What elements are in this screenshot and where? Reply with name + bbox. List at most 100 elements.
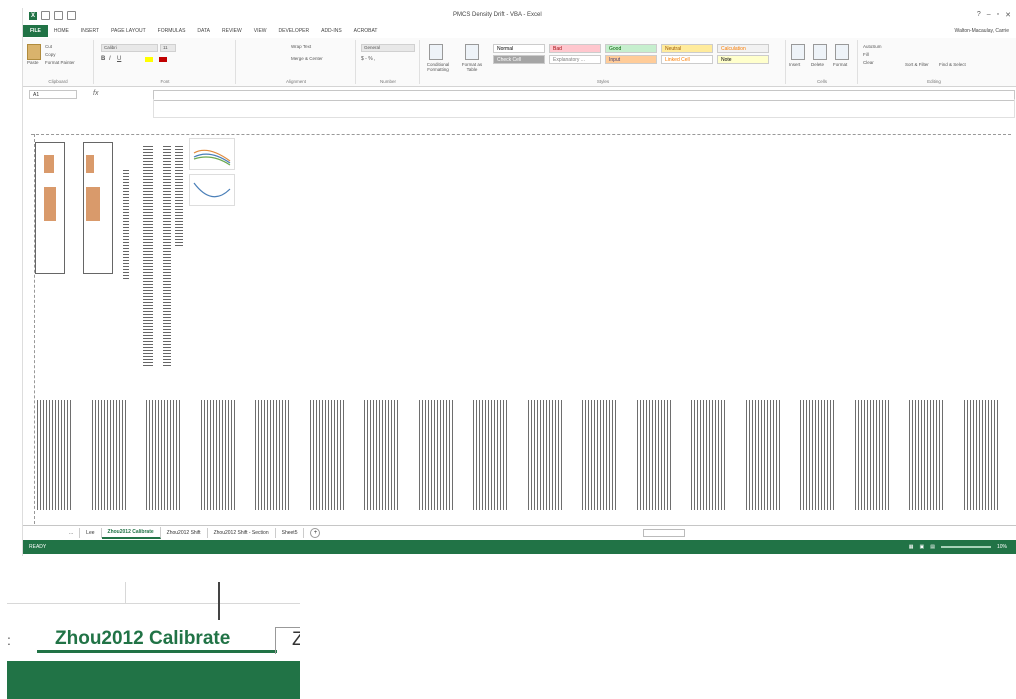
format-label: Format [833,62,848,67]
column-headers[interactable] [31,130,1011,135]
insert-label: Insert [789,62,801,67]
sheet-tab-zhou2012-shift[interactable]: Zhou2012 Shift [161,528,208,538]
tab-page-layout[interactable]: PAGE LAYOUT [105,28,152,34]
tab-view[interactable]: VIEW [248,28,273,34]
sheet-nav-prev[interactable]: ... [63,528,81,538]
cell-style-normal[interactable]: Normal [493,44,545,53]
paste-button[interactable] [27,44,41,60]
cell-style-note[interactable]: Note [717,55,769,64]
data-column-block [418,400,453,510]
window-controls: ? – ▫ ✕ [977,11,1011,19]
page-layout-icon[interactable]: ▣ [920,544,925,550]
paste-label: Paste [27,60,39,65]
chart-lines-graphic [193,149,231,166]
tab-insert[interactable]: INSERT [75,28,105,34]
copy-button[interactable]: Copy [45,52,56,57]
tab-add-ins[interactable]: ADD-INS [315,28,348,34]
minimize-icon[interactable]: – [987,11,991,19]
page-break-icon[interactable]: ▤ [930,544,935,550]
save-icon[interactable] [41,11,50,20]
excel-logo-icon: X [29,11,37,20]
tab-home[interactable]: HOME [48,28,75,34]
tab-data[interactable]: DATA [191,28,216,34]
format-cells-icon[interactable] [835,44,849,60]
vertical-data-column [163,146,171,366]
conditional-formatting-icon[interactable] [429,44,443,60]
horizontal-scrollbar[interactable] [643,529,685,537]
new-sheet-button[interactable]: + [310,528,321,538]
tab-developer[interactable]: DEVELOPER [273,28,316,34]
close-icon[interactable]: ✕ [1005,11,1011,19]
font-name-select[interactable]: Calibri [101,44,158,52]
sheet-tab-sheet5[interactable]: Sheet5 [276,528,305,538]
chart-thumbnail-bottom[interactable] [189,174,235,206]
restore-icon[interactable]: ▫ [997,11,999,19]
highlighted-cells [44,187,56,221]
data-column-block [909,400,943,510]
inset-active-tab-label[interactable]: Zhou2012 Calibrate [55,628,230,650]
delete-cells-icon[interactable] [813,44,827,60]
insert-cells-icon[interactable] [791,44,805,60]
fill-button[interactable]: Fill [863,52,869,57]
cell-style-neutral[interactable]: Neutral [661,44,713,53]
sort-filter-button[interactable]: Sort & Filter [905,62,929,67]
cell-style-good[interactable]: Good [605,44,657,53]
undo-icon[interactable] [54,11,63,20]
normal-view-icon[interactable]: ▦ [909,544,914,550]
merge-center-button[interactable]: Merge & Center [291,56,323,61]
tab-file[interactable]: FILE [23,25,48,37]
styles-group-label: Styles [596,79,610,84]
alignment-group-label: Alignment [285,79,306,84]
data-column-block [146,400,180,510]
format-as-table-icon[interactable] [465,44,479,60]
data-column-block [200,400,235,510]
clear-button[interactable]: Clear [863,60,874,65]
worksheet-grid[interactable] [23,130,1016,525]
user-name[interactable]: Walton-Macaulay, Carrie [955,28,1009,34]
font-size-value: 11 [163,45,168,50]
font-group-label: Font [160,79,170,84]
cell-style-explanatory[interactable]: Explanatory ... [549,55,601,64]
tab-review[interactable]: REVIEW [216,28,248,34]
help-icon[interactable]: ? [977,11,981,19]
tab-acrobat[interactable]: ACROBAT [348,28,384,34]
font-size-select[interactable]: 11 [160,44,176,52]
status-bar: READY ▦ ▣ ▤ 10% [23,540,1016,554]
cell-style-input[interactable]: Input [605,55,657,64]
font-color-button[interactable] [159,57,167,62]
accounting-button[interactable]: $ - % , [361,56,375,62]
fill-color-button[interactable] [145,57,153,62]
formula-expanded-area[interactable] [153,99,1015,118]
name-box[interactable]: A1 [29,90,77,99]
fx-icon[interactable]: fx [93,90,98,97]
ribbon-tabs: FILE HOME INSERT PAGE LAYOUT FORMULAS DA… [23,25,1016,37]
inset-prev-mark: : [7,632,11,648]
autosum-button[interactable]: AutoSum [863,44,882,49]
data-columns-area [37,400,1007,510]
sheet-tab-lee[interactable]: Lee [80,528,102,538]
format-painter-button[interactable]: Format Painter [45,60,75,65]
tab-formulas[interactable]: FORMULAS [152,28,192,34]
number-format-select[interactable]: General [361,44,415,52]
underline-button[interactable]: U [117,56,121,62]
data-column-block [636,400,671,510]
find-select-button[interactable]: Find & Select [939,62,966,67]
chart-thumbnail-top[interactable] [189,138,235,170]
data-column-block [691,400,725,510]
sheet-tab-zhou2012-calibrate[interactable]: Zhou2012 Calibrate [101,527,161,539]
wrap-text-button[interactable]: Wrap Text [291,44,311,49]
data-column-block [963,400,998,510]
cell-style-bad[interactable]: Bad [549,44,601,53]
cut-button[interactable]: Cut [45,44,52,49]
italic-button[interactable]: I [109,56,111,62]
redo-icon[interactable] [67,11,76,20]
bold-button[interactable]: B [101,56,105,62]
cell-style-calculation[interactable]: Calculation [717,44,769,53]
cell-style-linked-cell[interactable]: Linked Cell [661,55,713,64]
zoom-level[interactable]: 10% [997,544,1007,550]
cell-style-check-cell[interactable]: Check Cell [493,55,545,64]
chart-curve-graphic [193,182,231,198]
number-group-label: Number [379,79,396,84]
zoom-slider[interactable] [940,546,991,548]
sheet-tab-zhou2012-shift-section[interactable]: Zhou2012 Shift - Section [208,528,276,538]
